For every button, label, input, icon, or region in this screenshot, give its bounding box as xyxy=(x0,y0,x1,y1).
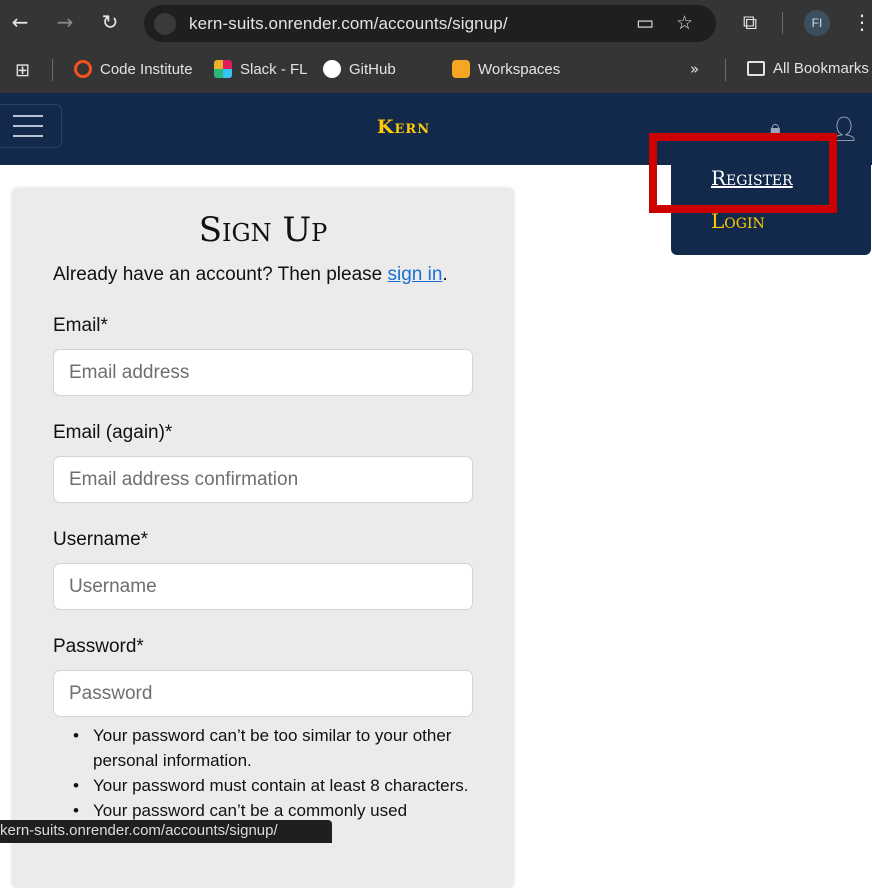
bookmarks-divider xyxy=(52,59,53,81)
email-field[interactable]: Email address xyxy=(53,349,473,396)
kebab-menu-icon[interactable]: ⋮ xyxy=(850,10,872,34)
bookmark-code-institute[interactable]: Code Institute xyxy=(74,60,193,78)
bookmark-github[interactable]: GitHub xyxy=(323,60,396,78)
toolbar-divider xyxy=(782,12,783,34)
reload-icon[interactable]: ↻ xyxy=(98,10,122,34)
site-info-icon[interactable] xyxy=(154,13,176,35)
hamburger-line xyxy=(13,125,43,127)
username-label: Username* xyxy=(53,529,149,550)
page-title: Sign Up xyxy=(198,210,328,250)
card-icon[interactable]: ▭ xyxy=(636,12,654,34)
email-again-label: Email (again)* xyxy=(53,422,173,443)
hamburger-line xyxy=(13,135,43,137)
github-icon xyxy=(323,60,341,78)
star-icon[interactable]: ☆ xyxy=(676,12,693,34)
site-logo[interactable]: Kern xyxy=(377,116,430,138)
extensions-icon[interactable]: ⧉ xyxy=(738,10,762,34)
signin-prompt: Already have an account? Then please sig… xyxy=(53,264,448,285)
url-text[interactable]: kern-suits.onrender.com/accounts/signup/ xyxy=(189,14,508,34)
browser-toolbar: ← → ↻ kern-suits.onrender.com/accounts/s… xyxy=(0,0,872,47)
email-label: Email* xyxy=(53,315,108,336)
more-bookmarks-chevron-icon[interactable]: » xyxy=(690,60,699,78)
back-arrow-icon[interactable]: ← xyxy=(8,10,32,34)
sign-in-link[interactable]: sign in xyxy=(388,264,443,285)
password-requirements-list: Your password can’t be too similar to yo… xyxy=(53,723,493,823)
forward-arrow-icon[interactable]: → xyxy=(53,10,77,34)
workspaces-icon xyxy=(452,60,470,78)
apps-grid-icon[interactable]: ⊞ xyxy=(15,60,30,81)
username-field[interactable]: Username xyxy=(53,563,473,610)
folder-icon xyxy=(747,61,765,76)
bookmark-slack[interactable]: Slack - FL xyxy=(214,60,308,78)
password-field[interactable]: Password xyxy=(53,670,473,717)
annotation-highlight-box xyxy=(649,133,837,213)
slack-icon xyxy=(214,60,232,78)
list-item: Your password must contain at least 8 ch… xyxy=(53,773,493,798)
email-confirmation-field[interactable]: Email address confirmation xyxy=(53,456,473,503)
link-status-bar: kern-suits.onrender.com/accounts/signup/ xyxy=(0,820,332,843)
bookmarks-bar: ⊞ Code Institute Slack - FL GitHub Works… xyxy=(0,47,872,93)
signup-card: Sign Up Already have an account? Then pl… xyxy=(12,188,514,888)
hamburger-menu-button[interactable] xyxy=(0,104,62,148)
bookmark-workspaces[interactable]: Workspaces xyxy=(452,60,560,78)
all-bookmarks-folder[interactable]: All Bookmarks xyxy=(747,60,869,77)
code-institute-icon xyxy=(74,60,92,78)
address-bar[interactable]: kern-suits.onrender.com/accounts/signup/… xyxy=(144,5,716,42)
password-label: Password* xyxy=(53,636,144,657)
hamburger-line xyxy=(13,115,43,117)
profile-avatar[interactable]: FI xyxy=(804,10,830,36)
bookmarks-divider-2 xyxy=(725,59,726,81)
list-item: Your password can’t be too similar to yo… xyxy=(53,723,493,773)
